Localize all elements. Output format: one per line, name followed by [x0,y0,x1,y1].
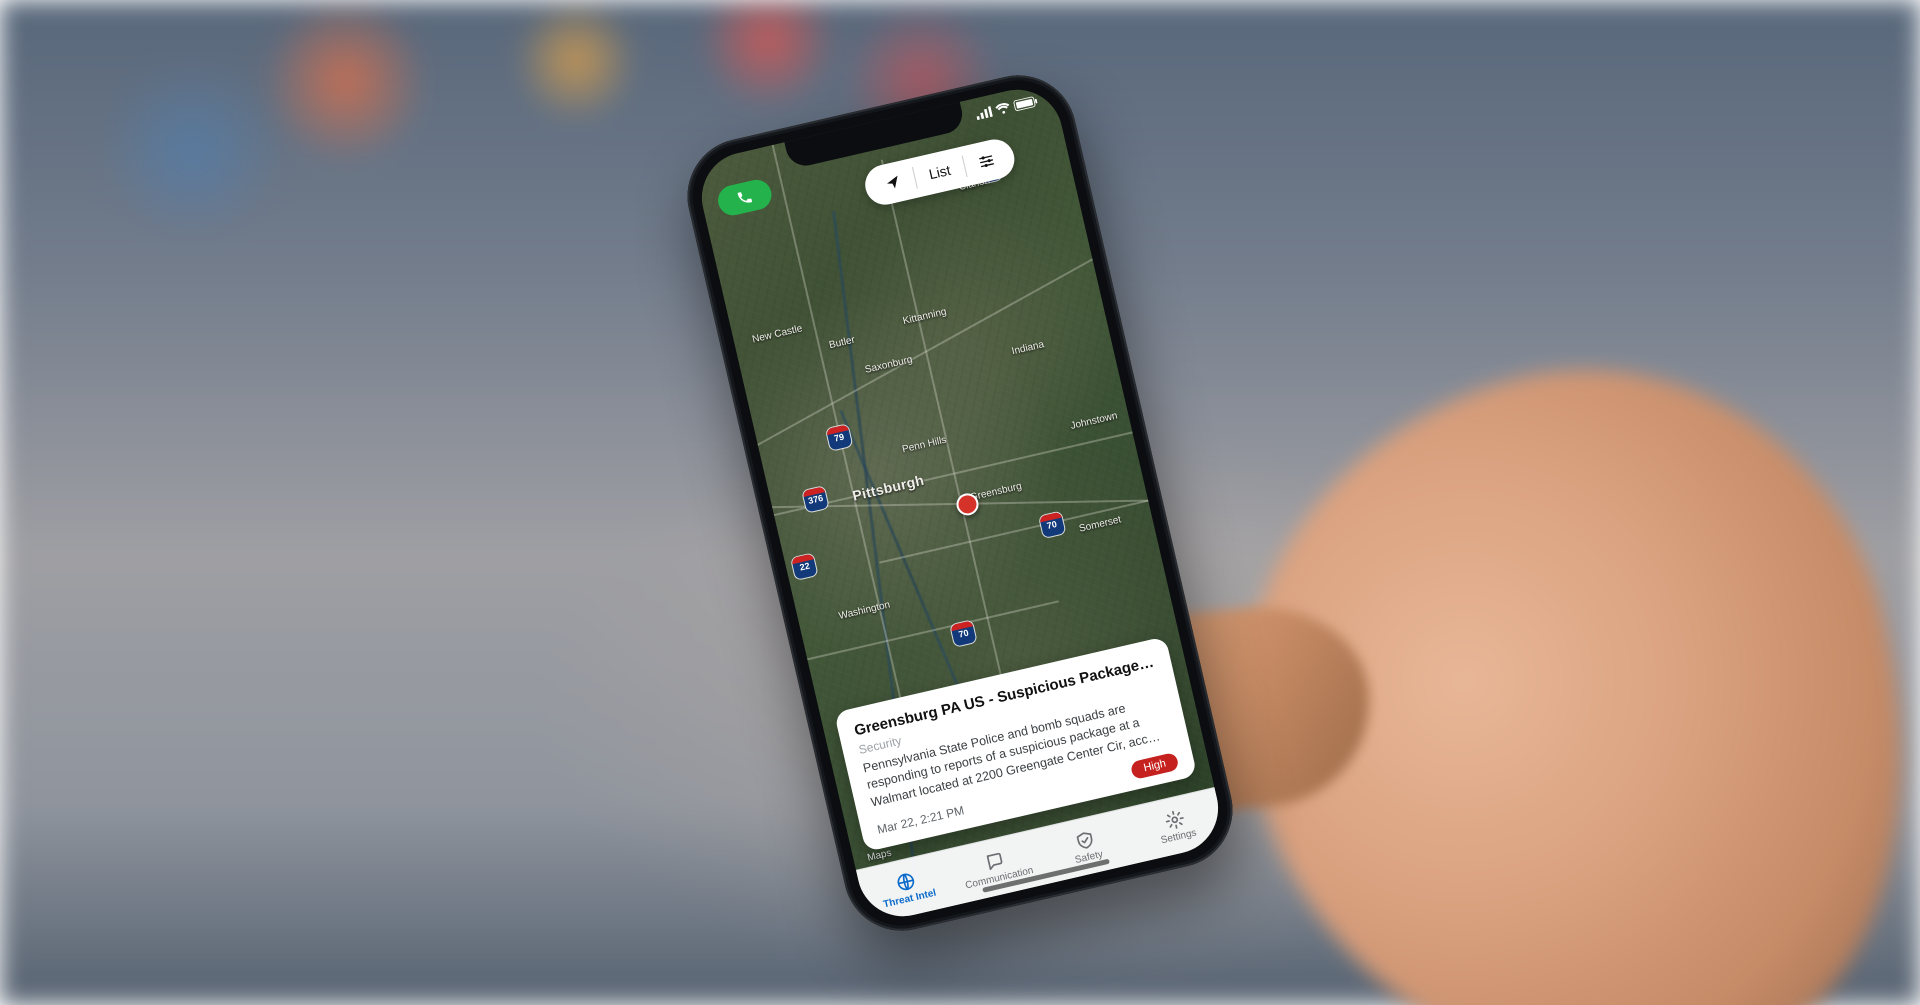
highway-shield-79: 79 [826,424,852,450]
settings-gear-icon [1163,807,1187,831]
tab-label: Settings [1160,826,1198,845]
highway-shield-70: 70 [951,620,977,646]
phone-icon [735,187,754,206]
city-label-pittsburgh: Pittsburgh [851,471,926,503]
city-label-indiana: Indiana [1011,339,1045,357]
road [879,499,1148,563]
severity-badge: High [1130,751,1179,779]
road [748,252,1103,450]
list-button-label: List [927,161,952,181]
highway-shield-70: 70 [1039,511,1065,537]
battery-icon [1013,94,1039,110]
city-label-penn-hills: Penn Hills [901,434,947,455]
filter-icon [977,151,996,170]
city-label-somerset: Somerset [1078,514,1122,534]
city-label-kittanning: Kittanning [902,305,948,326]
chat-icon [983,848,1007,872]
signal-icon [975,105,993,119]
city-label-johnstown: Johnstown [1070,410,1119,431]
wifi-icon [994,101,1011,115]
shield-check-icon [1073,828,1097,852]
city-label-new-castle: New Castle [751,323,803,345]
highway-shield-376: 376 [802,486,828,512]
highway-shield-22: 22 [791,553,817,579]
globe-alert-icon [894,869,918,893]
location-arrow-icon [883,173,902,192]
